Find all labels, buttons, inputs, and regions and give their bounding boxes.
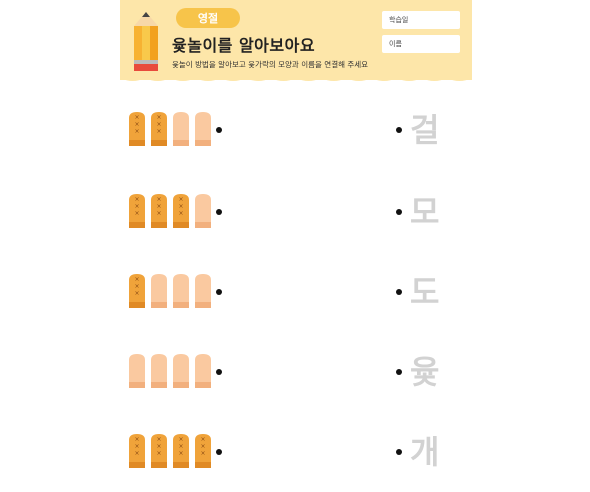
pencil-icon — [134, 12, 158, 71]
yut-sticks: ×××××× — [129, 112, 211, 146]
svg-text:×: × — [178, 196, 183, 203]
connect-dot-right[interactable] — [396, 369, 402, 375]
svg-text:×: × — [134, 203, 139, 210]
svg-text:×: × — [134, 114, 139, 121]
connect-dot-right[interactable] — [396, 449, 402, 455]
page-title: 윷놀이를 알아보아요 — [172, 36, 316, 55]
connect-dot-left[interactable] — [216, 127, 222, 133]
svg-text:×: × — [134, 196, 139, 203]
svg-text:×: × — [134, 128, 139, 135]
svg-text:×: × — [178, 210, 183, 217]
yut-stick-plain — [173, 354, 189, 388]
svg-text:×: × — [134, 210, 139, 217]
yut-stick-marked: ××× — [129, 274, 145, 308]
yut-stick-marked: ××× — [173, 434, 189, 468]
connect-dot-right[interactable] — [396, 289, 402, 295]
header-wave — [120, 72, 472, 81]
svg-text:×: × — [134, 290, 139, 297]
yut-stick-plain — [151, 354, 167, 388]
svg-text:×: × — [156, 443, 161, 450]
svg-text:×: × — [134, 436, 139, 443]
yut-stick-marked: ××× — [151, 194, 167, 228]
yut-stick-marked: ××× — [129, 434, 145, 468]
yut-stick-marked: ××× — [173, 194, 189, 228]
connect-dot-left[interactable] — [216, 209, 222, 215]
yut-stick-marked: ××× — [129, 112, 145, 146]
svg-text:×: × — [134, 443, 139, 450]
yut-name-label: 윷 — [410, 353, 440, 391]
match-row: × × × 도 — [120, 273, 472, 314]
svg-text:×: × — [156, 121, 161, 128]
svg-text:×: × — [156, 203, 161, 210]
yut-name-label: 걸 — [410, 111, 440, 149]
yut-sticks — [129, 354, 211, 388]
svg-text:×: × — [134, 276, 139, 283]
yut-stick-plain — [195, 274, 211, 308]
svg-text:×: × — [200, 443, 205, 450]
match-row: × × × × × × × × × 모 — [120, 193, 472, 234]
yut-stick-plain — [195, 112, 211, 146]
yut-stick-plain — [173, 112, 189, 146]
svg-text:×: × — [200, 450, 205, 457]
connect-dot-left[interactable] — [216, 449, 222, 455]
yut-name-label: 개 — [410, 433, 440, 471]
svg-text:×: × — [156, 436, 161, 443]
svg-text:×: × — [134, 121, 139, 128]
yut-sticks: ×××××××××××× — [129, 434, 211, 468]
connect-dot-left[interactable] — [216, 289, 222, 295]
yut-stick-marked: ××× — [151, 112, 167, 146]
yut-sticks: ××××××××× — [129, 194, 211, 228]
svg-text:×: × — [200, 436, 205, 443]
yut-stick-plain — [129, 354, 145, 388]
yut-stick-plain — [195, 194, 211, 228]
yut-name-label: 모 — [410, 193, 440, 231]
worksheet-header: 영절 윷놀이를 알아보아요 윷놀이 방법을 알아보고 윷가락의 모양과 이름을 … — [120, 0, 472, 80]
name-field[interactable]: 이름 — [382, 35, 460, 53]
yut-stick-plain — [151, 274, 167, 308]
svg-text:×: × — [178, 436, 183, 443]
yut-stick-marked: ××× — [151, 434, 167, 468]
yut-sticks: ××× — [129, 274, 211, 308]
connect-dot-left[interactable] — [216, 369, 222, 375]
yut-name-label: 도 — [410, 273, 440, 311]
svg-text:×: × — [156, 450, 161, 457]
connect-dot-right[interactable] — [396, 209, 402, 215]
svg-text:×: × — [178, 450, 183, 457]
svg-text:×: × — [156, 114, 161, 121]
yut-stick-plain — [173, 274, 189, 308]
connect-dot-right[interactable] — [396, 127, 402, 133]
svg-text:×: × — [134, 283, 139, 290]
svg-text:×: × — [156, 210, 161, 217]
match-row: 윷 — [120, 353, 472, 394]
svg-text:×: × — [178, 443, 183, 450]
match-row: × × × × × × 걸 — [120, 111, 472, 152]
yut-stick-marked: ××× — [129, 194, 145, 228]
worksheet: 영절 윷놀이를 알아보아요 윷놀이 방법을 알아보고 윷가락의 모양과 이름을 … — [120, 0, 472, 492]
svg-text:×: × — [156, 128, 161, 135]
date-field[interactable]: 학습일 — [382, 11, 460, 29]
svg-text:×: × — [178, 203, 183, 210]
svg-text:×: × — [156, 196, 161, 203]
svg-text:×: × — [134, 450, 139, 457]
yut-stick-plain — [195, 354, 211, 388]
category-badge: 영절 — [176, 8, 240, 28]
yut-stick-marked: ××× — [195, 434, 211, 468]
match-row: × × × × × × × × × × × × 개 — [120, 433, 472, 474]
instruction-text: 윷놀이 방법을 알아보고 윷가락의 모양과 이름을 연결해 주세요 — [172, 60, 369, 69]
